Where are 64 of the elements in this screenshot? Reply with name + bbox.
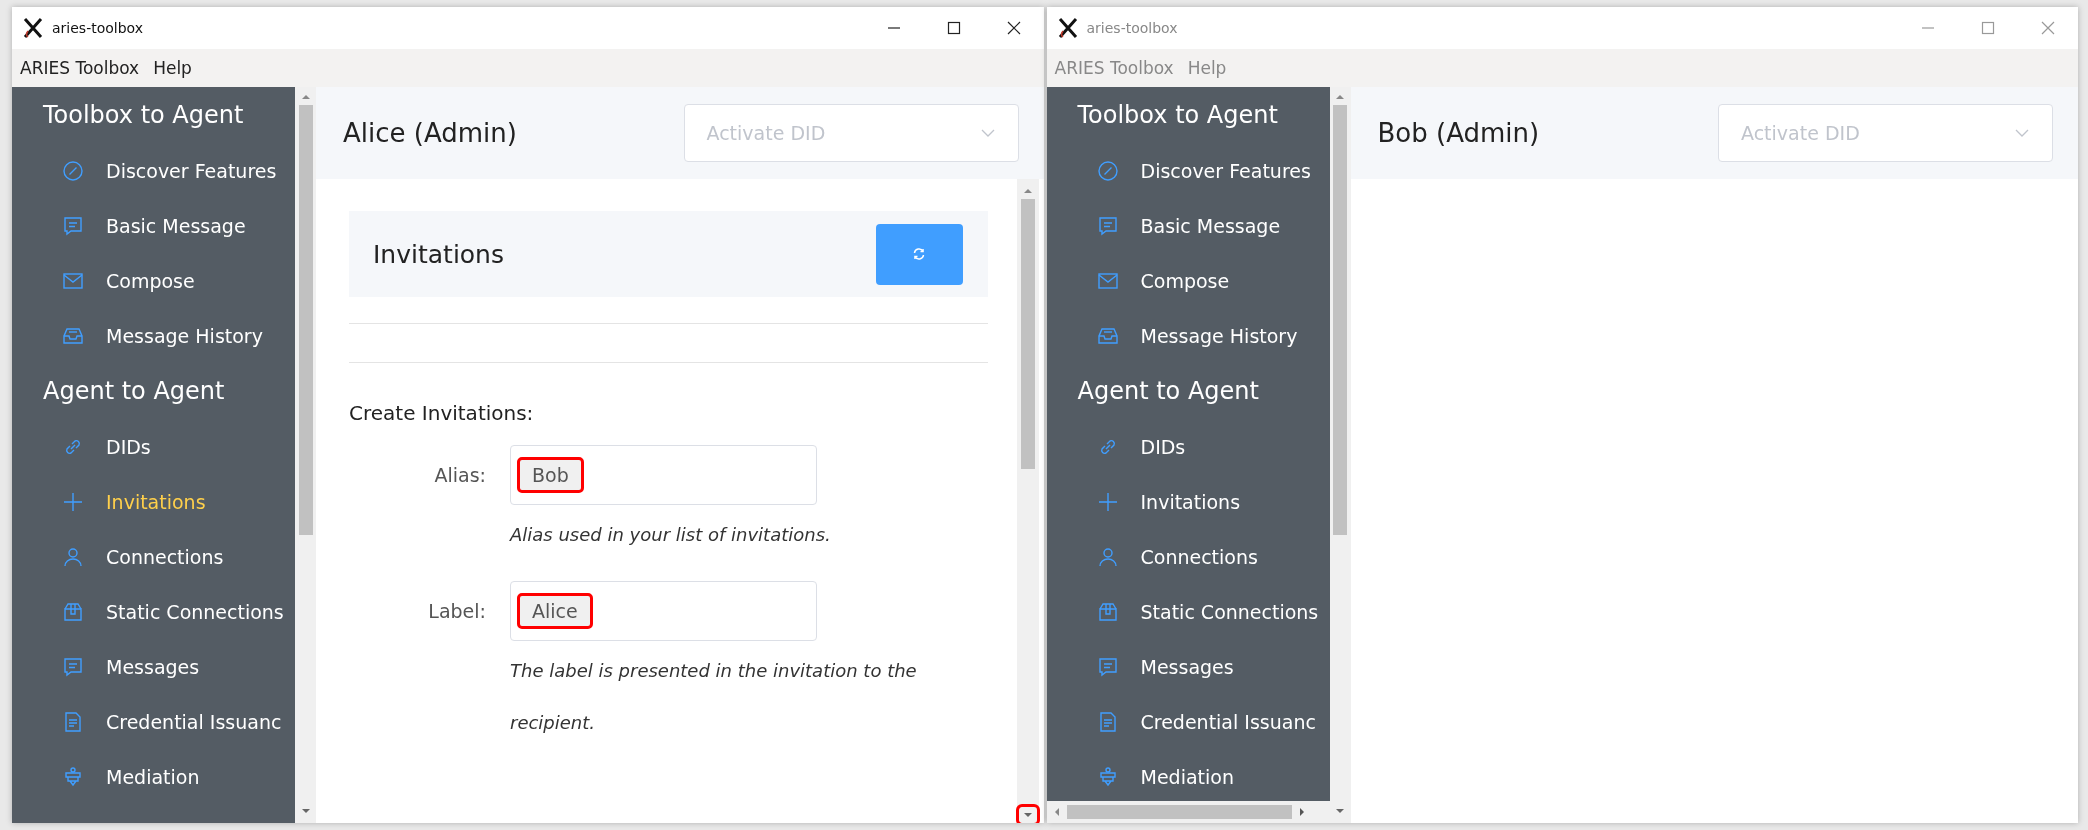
scroll-up-icon[interactable]: [300, 93, 311, 101]
agent-name: Alice (Admin): [343, 118, 517, 148]
sidebar-item[interactable]: Static Connections: [12, 584, 295, 639]
document-icon: [62, 710, 84, 733]
field-label: Label:: [427, 599, 487, 624]
user-icon: [62, 545, 84, 568]
field-value: Bob: [517, 457, 584, 493]
maximize-icon: [1980, 20, 1996, 36]
menu-item[interactable]: Help: [153, 58, 192, 78]
help-text: The label is presented in the invitation to the recipient.: [510, 659, 918, 735]
sidebar-item[interactable]: Connections: [12, 529, 295, 584]
help-text: Alias used in your list of invitations.: [510, 523, 831, 547]
plus-icon: [1096, 490, 1119, 513]
sidebar-heading: Agent to Agent: [1076, 376, 1260, 407]
chat-icon: [62, 655, 84, 678]
chevron-down-icon: [2014, 128, 2030, 138]
sidebar-item[interactable]: Credential Issuanc: [12, 694, 295, 749]
sidebar-heading: Agent to Agent: [42, 376, 226, 407]
field-value: Alice: [517, 593, 593, 629]
user-icon: [1096, 545, 1119, 568]
scroll-down-icon[interactable]: [1018, 807, 1037, 823]
close-icon: [2040, 20, 2056, 36]
scroll-right-icon[interactable]: [1297, 807, 1306, 817]
sidebar-item[interactable]: Basic Message: [12, 198, 295, 253]
sidebar-item[interactable]: Message History: [12, 308, 295, 363]
sidebar-item[interactable]: Compose: [12, 253, 295, 308]
x-logo-icon: [22, 17, 44, 39]
scroll-down-icon[interactable]: [300, 807, 311, 815]
chat-icon: [1096, 214, 1119, 237]
close-icon: [1005, 20, 1022, 36]
sidebar-scrollbar[interactable]: [295, 87, 316, 823]
page-title: Invitations: [373, 239, 504, 269]
minimize-icon: [887, 27, 900, 29]
window-title: aries-toolbox: [52, 20, 143, 36]
sidebar-item[interactable]: Messages: [12, 639, 295, 694]
input-field[interactable]: Alice: [510, 581, 817, 641]
maximize-icon: [945, 20, 962, 36]
compass-icon: [1096, 159, 1119, 182]
content-scrollbar[interactable]: [1016, 179, 1039, 823]
refresh-button[interactable]: [875, 223, 963, 285]
menu-item[interactable]: ARIES Toolbox: [20, 58, 140, 78]
sidebar-heading: Toolbox to Agent: [42, 100, 245, 131]
x-logo-icon: [1056, 17, 1079, 39]
field-label: Alias:: [433, 463, 487, 488]
sidebar-heading: Toolbox to Agent: [1076, 100, 1279, 131]
sidebar-item[interactable]: Discover Features: [12, 143, 295, 198]
minimize-icon: [1922, 27, 1934, 29]
sidebar-item[interactable]: Invitations: [12, 474, 295, 529]
refresh-icon: [912, 247, 926, 261]
window-title: aries-toolbox: [1086, 20, 1178, 36]
section-heading: Create Invitations:: [349, 401, 535, 425]
sidebar-item[interactable]: DIDs: [12, 419, 295, 474]
chat-icon: [1096, 655, 1119, 678]
box-icon: [1096, 600, 1119, 623]
chat-icon: [62, 214, 84, 237]
box-icon: [62, 600, 84, 623]
compass-icon: [62, 159, 84, 182]
plus-icon: [62, 490, 84, 513]
scroll-up-icon[interactable]: [1022, 187, 1033, 195]
sidebar-item[interactable]: Mediation: [12, 749, 295, 804]
chevron-down-icon: [979, 128, 996, 138]
input-field[interactable]: Bob: [510, 445, 817, 505]
signpost-icon: [62, 765, 84, 788]
agent-name: Bob (Admin): [1377, 118, 1540, 148]
